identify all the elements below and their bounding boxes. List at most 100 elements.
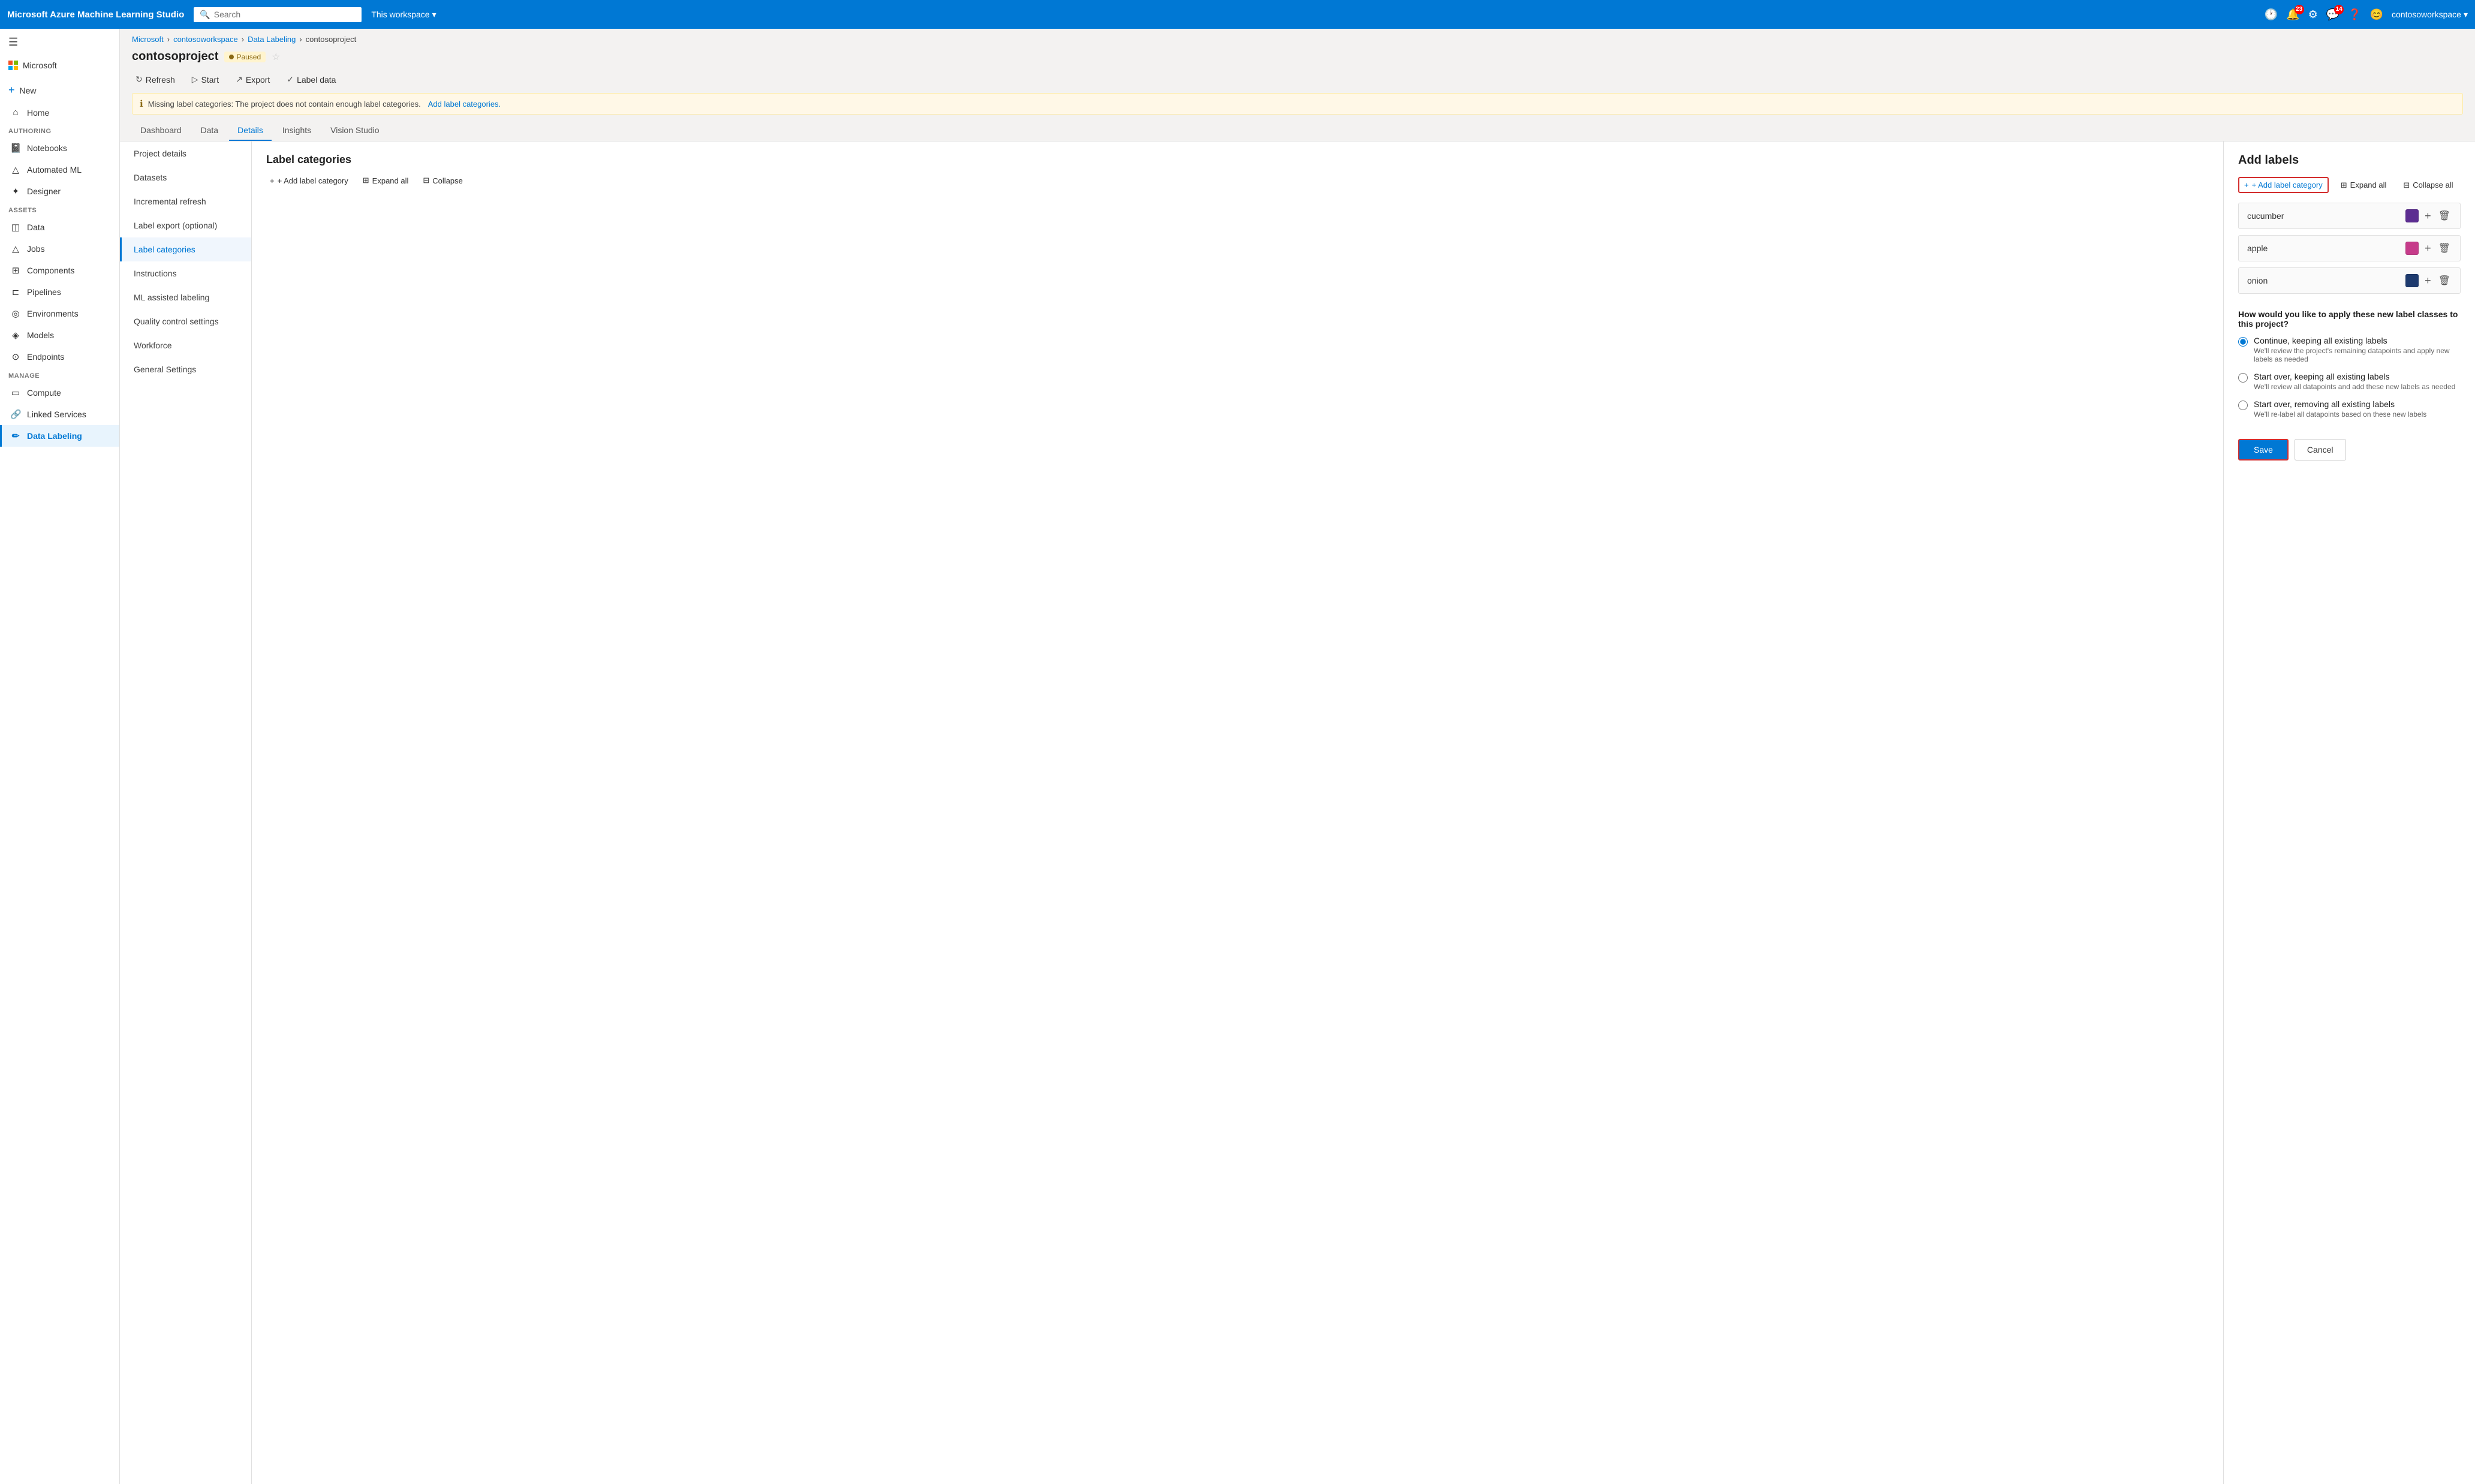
pipelines-icon: ⊏ xyxy=(10,287,21,297)
breadcrumb-workspace[interactable]: contosoworkspace xyxy=(173,35,238,44)
sidebar-item-environments[interactable]: ◎ Environments xyxy=(0,303,119,324)
start-button[interactable]: ▷ Start xyxy=(188,72,222,87)
rp-expand-icon: ⊞ xyxy=(2341,180,2347,190)
rp-expand-label: Expand all xyxy=(2350,180,2387,189)
label-input-onion[interactable] xyxy=(2247,276,2401,285)
workspace-selector[interactable]: This workspace ▾ xyxy=(371,10,436,20)
label-add-child-btn-onion[interactable]: + xyxy=(2423,275,2432,287)
radio-start-over-remove[interactable] xyxy=(2238,401,2248,410)
search-input[interactable] xyxy=(214,10,322,19)
sidebar-new-button[interactable]: + New xyxy=(0,79,119,102)
tab-dashboard[interactable]: Dashboard xyxy=(132,121,190,141)
label-delete-btn-apple[interactable]: 🗑 xyxy=(2437,242,2452,254)
favorite-icon[interactable]: ☆ xyxy=(272,51,280,63)
cancel-button[interactable]: Cancel xyxy=(2295,439,2346,460)
sidebar-item-label: Environments xyxy=(27,309,79,318)
label-add-child-btn-cucumber[interactable]: + xyxy=(2423,210,2432,222)
sidebar-item-home[interactable]: ⌂ Home xyxy=(0,102,119,123)
sidebar-item-microsoft[interactable]: Microsoft xyxy=(0,56,119,79)
tab-vision-studio[interactable]: Vision Studio xyxy=(322,121,387,141)
label-data-icon: ✓ xyxy=(287,74,294,85)
panel-title: Label categories xyxy=(266,153,2209,166)
sidebar-item-pipelines[interactable]: ⊏ Pipelines xyxy=(0,281,119,303)
help-icon[interactable]: ❓ xyxy=(2348,8,2361,21)
sidebar-item-automated-ml[interactable]: △ Automated ML xyxy=(0,159,119,180)
export-label: Export xyxy=(246,75,270,85)
sidebar-item-endpoints[interactable]: ⊙ Endpoints xyxy=(0,346,119,368)
sidebar-item-label: Pipelines xyxy=(27,287,61,297)
sidebar-item-label: Data xyxy=(27,222,45,232)
panel-collapse-all-btn[interactable]: ⊟ Collapse xyxy=(419,173,466,188)
breadcrumb-microsoft[interactable]: Microsoft xyxy=(132,35,164,44)
user-name: contosoworkspace xyxy=(2392,10,2461,19)
label-data-button[interactable]: ✓ Label data xyxy=(283,72,339,87)
settings-icon[interactable]: ⚙ xyxy=(2308,8,2318,21)
color-swatch-cucumber[interactable] xyxy=(2405,209,2419,222)
export-button[interactable]: ↗ Export xyxy=(232,72,273,87)
radio-start-over-remove-sub: We'll re-label all datapoints based on t… xyxy=(2254,410,2426,419)
content-area: Project details Datasets Incremental ref… xyxy=(120,142,2475,1484)
sidebar-item-data[interactable]: ◫ Data xyxy=(0,216,119,238)
label-add-child-btn-apple[interactable]: + xyxy=(2423,242,2432,255)
color-swatch-onion[interactable] xyxy=(2405,274,2419,287)
sidebar-item-designer[interactable]: ✦ Designer xyxy=(0,180,119,202)
detail-nav-ml-assisted-labeling[interactable]: ML assisted labeling xyxy=(120,285,251,309)
radio-start-over-keep-labels: Start over, keeping all existing labels … xyxy=(2254,372,2455,391)
sidebar-item-notebooks[interactable]: 📓 Notebooks xyxy=(0,137,119,159)
rp-collapse-label: Collapse all xyxy=(2413,180,2453,189)
radio-continue-labels: Continue, keeping all existing labels We… xyxy=(2254,336,2461,363)
detail-nav-project-details[interactable]: Project details xyxy=(120,142,251,165)
sidebar-item-label: Endpoints xyxy=(27,352,64,362)
alert-link[interactable]: Add label categories. xyxy=(428,100,501,109)
rp-add-label-category-btn[interactable]: + + Add label category xyxy=(2238,177,2329,193)
panel-add-label-btn[interactable]: + + Add label category xyxy=(266,174,352,188)
detail-nav-quality-control[interactable]: Quality control settings xyxy=(120,309,251,333)
sidebar-item-compute[interactable]: ▭ Compute xyxy=(0,382,119,404)
sidebar-item-models[interactable]: ◈ Models xyxy=(0,324,119,346)
refresh-button[interactable]: ↻ Refresh xyxy=(132,72,179,87)
detail-nav-datasets[interactable]: Datasets xyxy=(120,165,251,189)
label-delete-btn-onion[interactable]: 🗑 xyxy=(2437,275,2452,287)
search-box[interactable]: 🔍 xyxy=(194,7,362,22)
detail-nav-instructions[interactable]: Instructions xyxy=(120,261,251,285)
sidebar-item-data-labeling[interactable]: ✏ Data Labeling xyxy=(0,425,119,447)
feedback-icon[interactable]: 💬 14 xyxy=(2326,8,2339,21)
notification-badge: 23 xyxy=(2295,5,2304,14)
start-icon: ▷ xyxy=(192,74,198,85)
history-icon[interactable]: 🕐 xyxy=(2265,8,2278,21)
breadcrumb-sep2: › xyxy=(242,35,244,44)
hamburger-icon[interactable]: ☰ xyxy=(0,29,119,56)
status-badge: Paused xyxy=(224,52,266,62)
notifications-icon[interactable]: 🔔 23 xyxy=(2286,8,2299,21)
label-input-apple[interactable] xyxy=(2247,243,2401,253)
user-menu[interactable]: contosoworkspace ▾ xyxy=(2392,10,2468,20)
radio-start-over-keep[interactable] xyxy=(2238,373,2248,383)
detail-nav-general-settings[interactable]: General Settings xyxy=(120,357,251,381)
save-button[interactable]: Save xyxy=(2238,439,2289,460)
detail-nav-workforce[interactable]: Workforce xyxy=(120,333,251,357)
label-input-cucumber[interactable] xyxy=(2247,211,2401,221)
panel-expand-all-btn[interactable]: ⊞ Expand all xyxy=(359,173,412,188)
detail-nav: Project details Datasets Incremental ref… xyxy=(120,142,252,1484)
detail-nav-label-categories[interactable]: Label categories xyxy=(120,237,251,261)
user-icon[interactable]: 😊 xyxy=(2370,8,2383,21)
sidebar-item-label: Compute xyxy=(27,388,61,398)
sidebar-microsoft-label: Microsoft xyxy=(23,61,57,70)
sidebar-item-linked-services[interactable]: 🔗 Linked Services xyxy=(0,404,119,425)
rp-collapse-all-btn[interactable]: ⊟ Collapse all xyxy=(2398,178,2458,192)
tab-details[interactable]: Details xyxy=(229,121,272,141)
color-swatch-apple[interactable] xyxy=(2405,242,2419,255)
sidebar-item-jobs[interactable]: △ Jobs xyxy=(0,238,119,260)
detail-nav-incremental-refresh[interactable]: Incremental refresh xyxy=(120,189,251,213)
rp-expand-all-btn[interactable]: ⊞ Expand all xyxy=(2336,178,2392,192)
sidebar-item-components[interactable]: ⊞ Components xyxy=(0,260,119,281)
label-item-cucumber: + 🗑 xyxy=(2238,203,2461,229)
tab-insights[interactable]: Insights xyxy=(274,121,320,141)
radio-continue[interactable] xyxy=(2238,337,2248,347)
breadcrumb-section[interactable]: Data Labeling xyxy=(248,35,296,44)
label-delete-btn-cucumber[interactable]: 🗑 xyxy=(2437,210,2452,222)
breadcrumb-sep3: › xyxy=(299,35,302,44)
export-icon: ↗ xyxy=(236,74,243,85)
tab-data[interactable]: Data xyxy=(192,121,227,141)
detail-nav-label-export[interactable]: Label export (optional) xyxy=(120,213,251,237)
